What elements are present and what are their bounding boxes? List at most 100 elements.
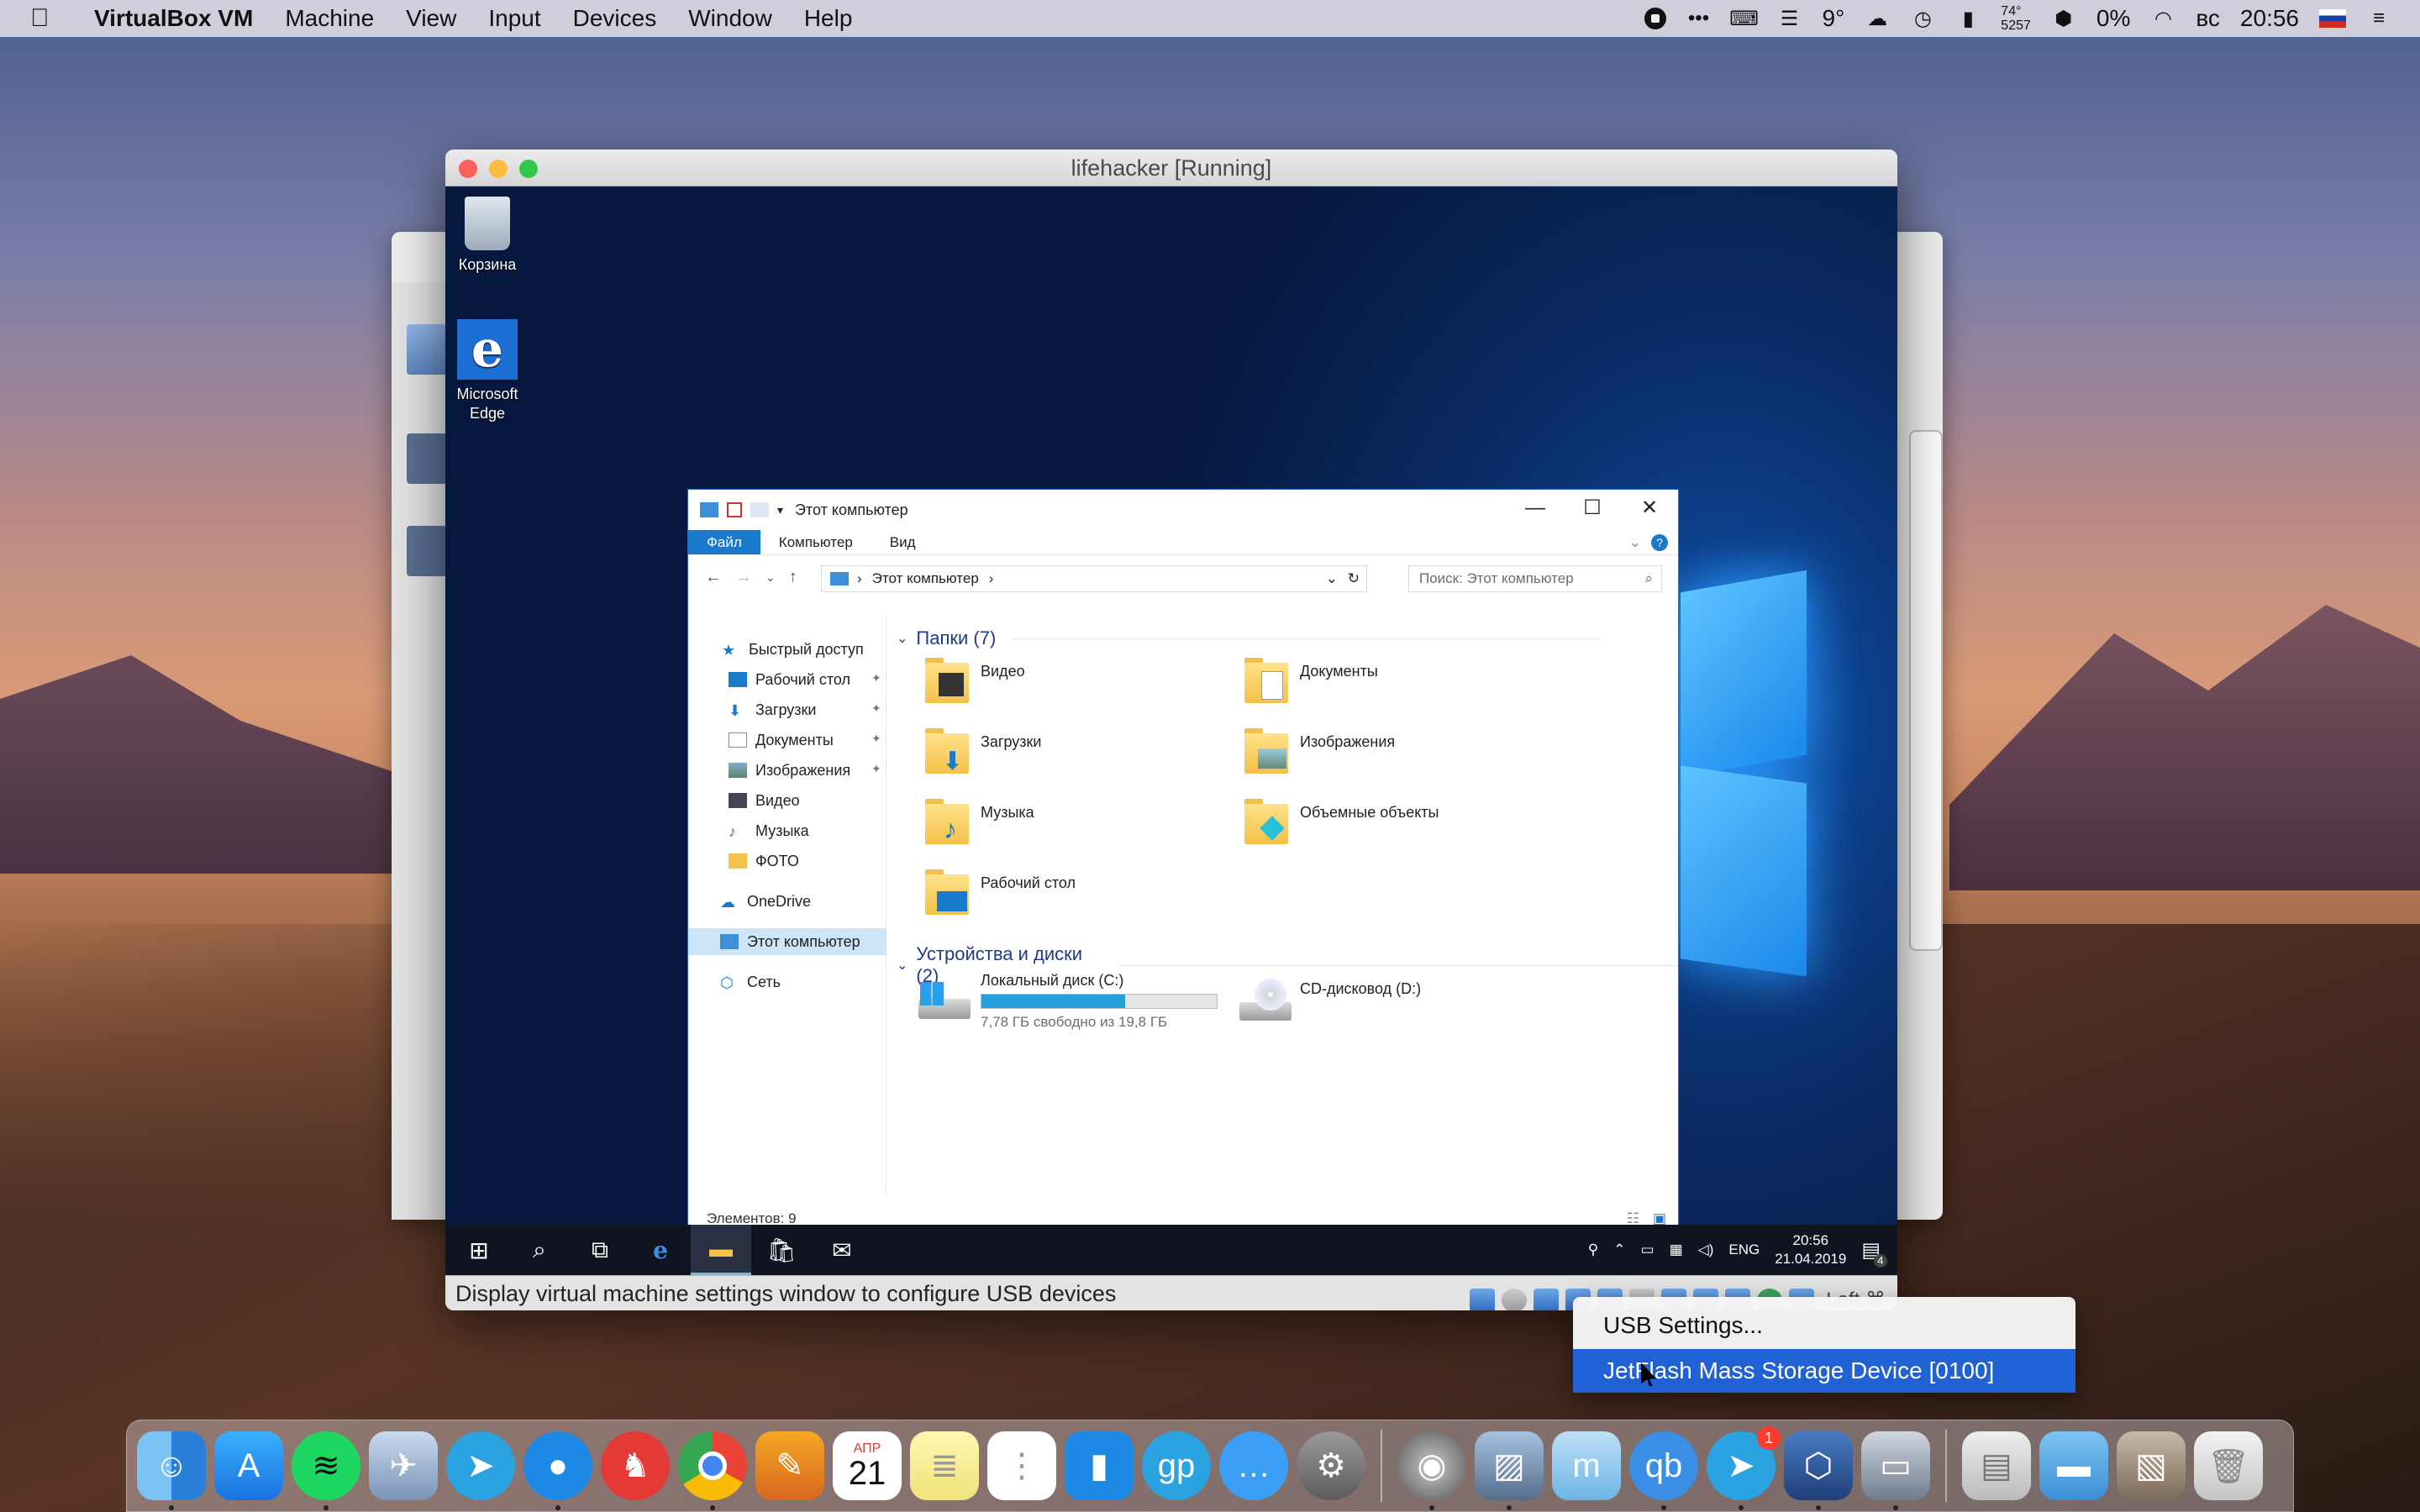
minimize-window-button[interactable] <box>489 160 508 178</box>
forward-arrow-icon[interactable]: → <box>735 568 752 587</box>
trash-icon[interactable]: 🗑 <box>2194 1431 2263 1500</box>
collapse-chevron-icon[interactable]: ⌄ <box>897 957 908 974</box>
pin-icon[interactable]: ✦ <box>871 762 881 776</box>
nav-documents[interactable]: Документы <box>729 727 834 753</box>
tab-view[interactable]: Вид <box>871 530 934 554</box>
handwriting-app-icon[interactable]: m <box>1552 1431 1621 1500</box>
local-disk-c-icon[interactable] <box>915 975 974 1026</box>
file-explorer-taskbar-icon[interactable]: ▬ <box>691 1225 751 1275</box>
notes-icon[interactable]: ≣ <box>910 1431 979 1500</box>
edge-taskbar-icon[interactable]: e <box>630 1225 691 1275</box>
reminders-icon[interactable]: ⋮ <box>987 1431 1056 1500</box>
collapse-chevron-icon[interactable]: ⌄ <box>897 630 908 647</box>
guest-desktop[interactable]: Корзина e Microsoft Edge ▾ Этот компьюте… <box>445 186 1897 1267</box>
image-editor-icon[interactable]: ✎ <box>755 1431 824 1500</box>
menu-app-name[interactable]: VirtualBox VM <box>94 5 253 32</box>
close-window-button[interactable] <box>459 160 477 178</box>
zoom-window-button[interactable] <box>519 160 538 178</box>
ribbon-expand-icon[interactable]: ⌄ <box>1629 530 1651 554</box>
folders-group-header[interactable]: ⌄ Папки (7) <box>897 627 1601 649</box>
mail-icon[interactable]: ✉ <box>812 1225 872 1275</box>
folder-3d-objects-label[interactable]: Объемные объекты <box>1300 804 1439 822</box>
breadcrumb-chevron-icon[interactable]: › <box>989 570 994 587</box>
back-arrow-icon[interactable]: ← <box>705 568 722 587</box>
search-input[interactable]: Поиск: Этот компьютер ⌕ <box>1408 565 1662 592</box>
nav-this-pc[interactable]: Этот компьютер <box>688 928 886 955</box>
quick-access-dropdown-icon[interactable]: ▾ <box>777 503 783 517</box>
battery-phone-icon[interactable]: ▮ <box>1955 6 1981 31</box>
close-icon[interactable]: ✕ <box>1621 490 1678 527</box>
volume-icon[interactable]: ◁) <box>1698 1242 1714 1258</box>
properties-icon[interactable] <box>727 502 742 517</box>
menubar-day[interactable]: вс <box>2196 5 2220 32</box>
new-folder-icon[interactable] <box>750 502 769 517</box>
guitar-pro-icon[interactable]: gp <box>1142 1431 1211 1500</box>
menu-view[interactable]: View <box>406 5 456 32</box>
folder-music-label[interactable]: Музыка <box>981 804 1034 822</box>
pin-icon[interactable]: ✦ <box>871 671 881 685</box>
chrome-icon[interactable] <box>678 1431 747 1510</box>
battery-icon[interactable]: ▭ <box>1641 1242 1655 1258</box>
nav-photo-folder[interactable]: ФОТО <box>729 848 799 874</box>
tab-computer[interactable]: Компьютер <box>760 530 871 554</box>
address-dropdown-icon[interactable]: ⌄ <box>1326 570 1338 587</box>
ibooks-icon[interactable]: ▮ <box>1065 1431 1134 1500</box>
screen-recorder-icon[interactable]: ◉ <box>1397 1431 1466 1510</box>
notification-center-icon[interactable]: ≡ <box>2366 6 2391 31</box>
nav-quick-access[interactable]: ★ Быстрый доступ <box>722 636 864 663</box>
folder-desktop-label[interactable]: Рабочий стол <box>981 874 1076 892</box>
folder-music-icon[interactable]: ♪ <box>923 795 976 848</box>
hard-disk-icon[interactable] <box>1470 1289 1496 1310</box>
downloads-stack-icon[interactable]: ▧ <box>2117 1431 2186 1500</box>
folder-videos-label[interactable]: Видео <box>981 663 1025 680</box>
menu-input[interactable]: Input <box>488 5 540 32</box>
notes-icon[interactable]: ☰ <box>1777 6 1802 31</box>
virtualbox-icon[interactable]: ⬡ <box>1784 1431 1853 1510</box>
manager-vm-item-2[interactable] <box>407 526 447 576</box>
bear-icon[interactable]: ♞ <box>601 1431 670 1500</box>
tweetbot-icon[interactable]: ● <box>523 1431 592 1510</box>
network-icon[interactable]: ▦ <box>1670 1242 1683 1258</box>
folder-pictures-label[interactable]: Изображения <box>1300 733 1395 751</box>
telegram-running-icon[interactable]: ➤ 1 <box>1707 1426 1781 1510</box>
vm-window-preview-icon[interactable]: ▭ <box>1861 1431 1930 1510</box>
up-arrow-icon[interactable]: ↑ <box>789 568 797 587</box>
folder-stack-icon[interactable]: ▬ <box>2039 1431 2108 1500</box>
folder-downloads-icon[interactable]: ⬇ <box>923 725 976 777</box>
more-dots-icon[interactable]: ••• <box>1686 6 1712 31</box>
tray-overflow-icon[interactable]: ⌃ <box>1613 1242 1625 1258</box>
apple-menu-icon[interactable]:  <box>30 4 64 33</box>
search-icon[interactable]: ⌕ <box>509 1225 570 1275</box>
folder-videos-icon[interactable] <box>923 654 976 706</box>
menu-window[interactable]: Window <box>688 5 772 32</box>
spotify-icon[interactable]: ≋ <box>292 1431 360 1510</box>
keyboard-icon[interactable]: ⌨ <box>1729 6 1759 31</box>
folder-documents-icon[interactable] <box>1243 654 1295 706</box>
pin-icon[interactable]: ✦ <box>871 701 881 716</box>
system-preferences-icon[interactable]: ⚙ <box>1297 1431 1365 1500</box>
timer-icon[interactable]: ◷ <box>1910 6 1935 31</box>
weather-icon[interactable]: ☁ <box>1865 6 1890 31</box>
input-language[interactable]: ENG <box>1728 1242 1760 1258</box>
input-language-flag-icon[interactable] <box>2319 9 2346 28</box>
menu-machine[interactable]: Machine <box>285 5 374 32</box>
menu-item-usb-settings[interactable]: USB Settings... <box>1573 1304 2075 1347</box>
nav-pictures[interactable]: Изображения <box>729 757 850 784</box>
start-button-icon[interactable]: ⊞ <box>449 1225 509 1275</box>
nav-network[interactable]: ⬡ Сеть <box>720 969 781 995</box>
qbittorrent-icon[interactable]: qb <box>1629 1431 1698 1510</box>
local-disk-c-label[interactable]: Локальный диск (C:) <box>981 972 1123 990</box>
mail-stamp-icon[interactable]: ✈ <box>369 1431 438 1500</box>
nav-onedrive[interactable]: ☁ OneDrive <box>720 888 811 915</box>
nav-desktop[interactable]: Рабочий стол <box>729 666 850 693</box>
preview-icon[interactable]: ▨ <box>1475 1431 1544 1510</box>
folder-pictures-icon[interactable] <box>1243 725 1295 777</box>
wifi-icon[interactable]: ◠ <box>2150 6 2175 31</box>
nav-videos[interactable]: Видео <box>729 787 800 814</box>
menu-help[interactable]: Help <box>804 5 853 32</box>
audio-icon[interactable] <box>1534 1289 1560 1310</box>
cd-drive-d-icon[interactable] <box>1236 975 1295 1026</box>
minimize-icon[interactable]: — <box>1507 490 1564 527</box>
folder-desktop-icon[interactable] <box>923 866 976 918</box>
nav-downloads[interactable]: ⬇ Загрузки <box>729 696 816 723</box>
